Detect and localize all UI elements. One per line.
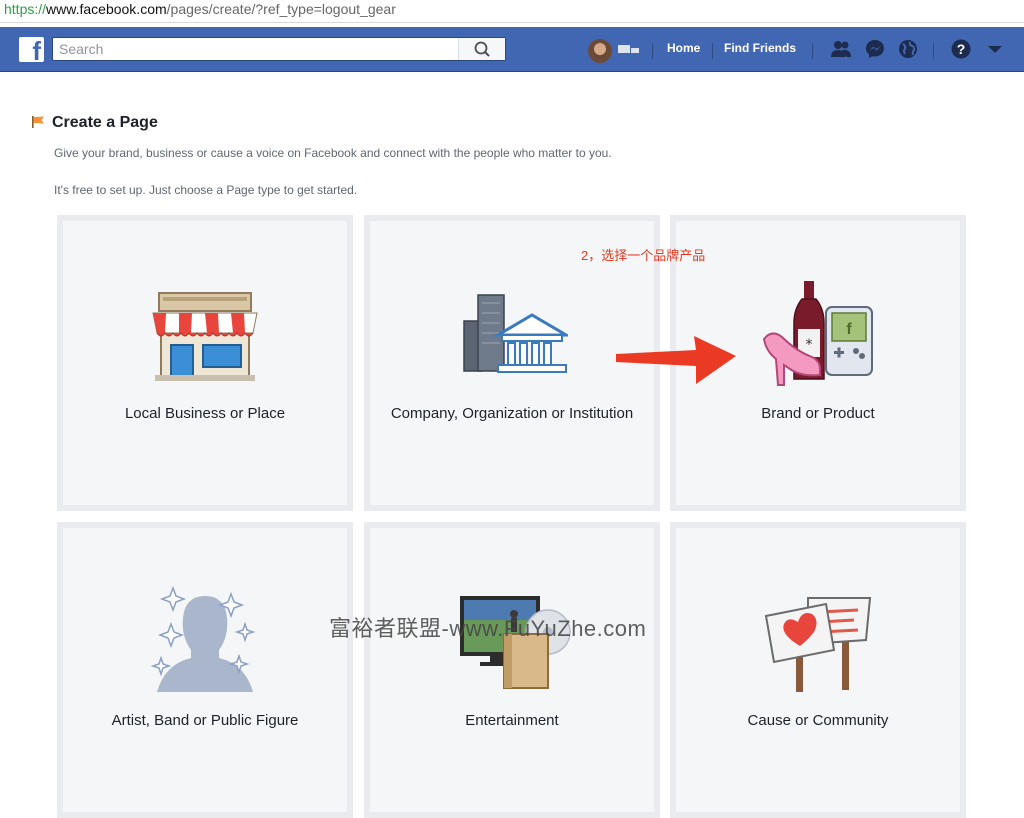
dropdown-arrow-icon[interactable] xyxy=(984,38,1006,60)
page-description: Give your brand, business or cause a voi… xyxy=(54,146,612,160)
page-type-card-artist[interactable]: Artist, Band or Public Figure xyxy=(57,522,353,818)
flag-icon xyxy=(32,116,44,128)
card-label: Entertainment xyxy=(465,712,559,729)
svg-text:*: * xyxy=(806,337,813,353)
card-label: Company, Organization or Institution xyxy=(390,405,634,422)
home-link[interactable]: Home xyxy=(667,41,700,55)
profile-avatar[interactable] xyxy=(588,39,612,63)
page-type-card-cause[interactable]: Cause or Community xyxy=(670,522,966,818)
search-button[interactable] xyxy=(458,38,505,60)
globe-notifications-icon[interactable] xyxy=(897,38,919,60)
svg-text:?: ? xyxy=(957,41,966,57)
browser-address-bar[interactable]: https://www.facebook.com/pages/create/?r… xyxy=(0,0,1024,23)
facebook-logo-letter: f xyxy=(32,37,41,62)
instruction-annotation: 2，选择一个品牌产品 xyxy=(581,248,706,263)
url-host: www.facebook.com xyxy=(46,1,167,17)
help-icon[interactable]: ? xyxy=(950,38,972,60)
cause-signs-icon xyxy=(764,597,872,692)
card-label: Artist, Band or Public Figure xyxy=(111,712,299,729)
page-subdescription: It's free to set up. Just choose a Page … xyxy=(54,183,358,197)
search-input[interactable] xyxy=(53,38,470,60)
page-title: Create a Page xyxy=(52,114,158,131)
facebook-logo-icon[interactable]: f xyxy=(19,37,44,62)
find-friends-link[interactable]: Find Friends xyxy=(724,41,796,55)
facebook-top-bar: f Home Find Friends ? xyxy=(0,27,1024,72)
svg-text:f: f xyxy=(846,321,852,338)
brand-products-icon: * f xyxy=(762,281,873,386)
url-path: /pages/create/?ref_type=logout_gear xyxy=(166,1,396,17)
storefront-icon xyxy=(152,292,258,381)
search-icon xyxy=(474,41,490,57)
search-box xyxy=(52,37,506,61)
artist-silhouette-icon xyxy=(150,585,256,692)
buildings-icon xyxy=(463,294,568,373)
watermark-text: 富裕者联盟-www.FuYuZhe.com xyxy=(329,616,647,641)
red-arrow-icon xyxy=(616,336,736,384)
messenger-icon[interactable] xyxy=(864,38,886,60)
page-type-card-entertainment[interactable]: Entertainment xyxy=(364,522,660,818)
friend-requests-icon[interactable] xyxy=(830,38,852,60)
profile-name-redacted[interactable] xyxy=(618,45,640,55)
card-label: Local Business or Place xyxy=(124,405,286,422)
url-scheme: https:// xyxy=(4,1,47,17)
page-type-card-local-business[interactable]: Local Business or Place xyxy=(57,215,353,511)
card-label: Cause or Community xyxy=(747,712,889,729)
card-label: Brand or Product xyxy=(761,405,875,422)
